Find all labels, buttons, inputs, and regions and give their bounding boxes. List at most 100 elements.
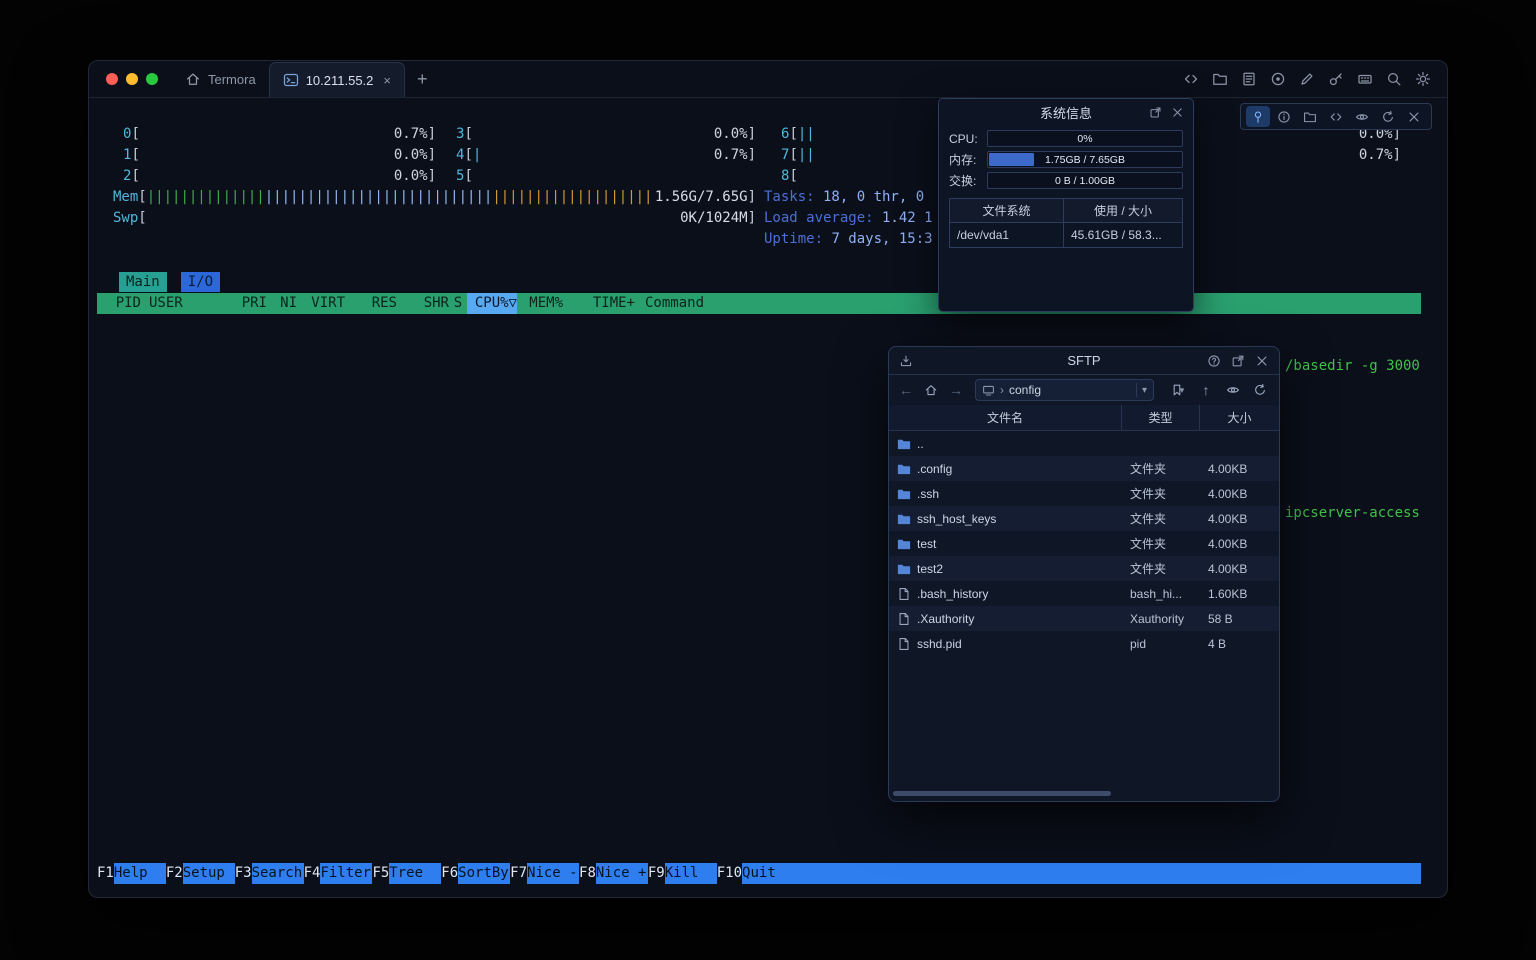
col-shr[interactable]: SHR bbox=[397, 293, 449, 314]
col-user[interactable]: USER bbox=[149, 293, 241, 314]
sftp-file-row[interactable]: .. bbox=[889, 431, 1279, 456]
uptime-line: Uptime: 7 days, 15:3 bbox=[764, 229, 933, 250]
col-time[interactable]: TIME+ bbox=[563, 293, 635, 314]
sftp-file-row[interactable]: .bash_history bash_hi... 1.60KB bbox=[889, 581, 1279, 606]
transfers-icon[interactable] bbox=[899, 354, 913, 368]
col-filename[interactable]: 文件名 bbox=[889, 405, 1121, 430]
file-icon bbox=[897, 612, 911, 626]
file-size: 1.60KB bbox=[1199, 587, 1279, 601]
bookmark-dropdown-icon: ▾ bbox=[1180, 385, 1185, 396]
htop-screen-tab[interactable]: Main bbox=[119, 272, 167, 292]
code-icon[interactable] bbox=[1183, 71, 1199, 87]
function-key[interactable]: F1Help bbox=[97, 863, 166, 884]
code-icon[interactable] bbox=[1324, 106, 1348, 127]
pin-icon[interactable] bbox=[1246, 106, 1270, 127]
cpu-meter-label: 4 bbox=[456, 145, 464, 166]
col-size[interactable]: 大小 bbox=[1199, 405, 1279, 430]
horizontal-scrollbar[interactable] bbox=[893, 791, 1111, 796]
col-ni[interactable]: NI bbox=[267, 293, 297, 314]
function-key[interactable]: F8Nice + bbox=[579, 863, 648, 884]
close-icon[interactable] bbox=[1255, 354, 1269, 368]
close-icon[interactable] bbox=[1402, 106, 1426, 127]
swap-meter: Swp[0K/1024M] bbox=[113, 208, 756, 229]
function-key[interactable]: F10Quit bbox=[717, 863, 794, 884]
col-cpu-sorted[interactable]: CPU%▽ bbox=[467, 293, 517, 314]
upload-button[interactable]: ↑ bbox=[1195, 379, 1217, 401]
bookmark-button[interactable]: ▾ bbox=[1164, 379, 1190, 401]
mem-bar-buffers: ||||||||||||||||||||||||||| bbox=[265, 187, 493, 208]
show-hidden-icon[interactable] bbox=[1222, 379, 1244, 401]
settings-icon[interactable] bbox=[1415, 71, 1431, 87]
file-name: .bash_history bbox=[917, 587, 988, 601]
folder-icon[interactable] bbox=[1298, 106, 1322, 127]
sftp-file-row[interactable]: .config 文件夹 4.00KB bbox=[889, 456, 1279, 481]
function-key[interactable]: F3Search bbox=[235, 863, 304, 884]
sftp-file-row[interactable]: .ssh 文件夹 4.00KB bbox=[889, 481, 1279, 506]
sftp-file-row[interactable]: test 文件夹 4.00KB bbox=[889, 531, 1279, 556]
sftp-file-row[interactable]: .Xauthority Xauthority 58 B bbox=[889, 606, 1279, 631]
function-key[interactable]: F4Filter bbox=[304, 863, 373, 884]
forward-button[interactable]: → bbox=[947, 382, 965, 398]
key-icon[interactable] bbox=[1328, 71, 1344, 87]
folder-icon[interactable] bbox=[1212, 71, 1228, 87]
col-res[interactable]: RES bbox=[345, 293, 397, 314]
close-window-button[interactable] bbox=[106, 73, 118, 85]
sftp-file-row[interactable]: ssh_host_keys 文件夹 4.00KB bbox=[889, 506, 1279, 531]
refresh-button[interactable] bbox=[1249, 379, 1271, 401]
info-icon[interactable] bbox=[1272, 106, 1296, 127]
cpu-meter-label: 2 bbox=[123, 166, 131, 187]
keyboard-icon[interactable] bbox=[1357, 71, 1373, 87]
function-key[interactable]: F6SortBy bbox=[441, 863, 510, 884]
col-pid[interactable]: PID bbox=[97, 293, 141, 314]
function-key-number: F4 bbox=[304, 863, 321, 884]
function-key[interactable]: F9Kill bbox=[648, 863, 717, 884]
file-name: .Xauthority bbox=[917, 612, 974, 626]
sftp-file-row[interactable]: test2 文件夹 4.00KB bbox=[889, 556, 1279, 581]
col-type[interactable]: 类型 bbox=[1121, 405, 1199, 430]
function-key[interactable]: F7Nice - bbox=[510, 863, 579, 884]
tab-termora-home[interactable]: Termora bbox=[172, 61, 269, 97]
function-key-label: Search bbox=[252, 863, 304, 884]
sftp-window: SFTP ← → bbox=[888, 346, 1280, 802]
path-dropdown-icon[interactable]: ▾ bbox=[1142, 385, 1147, 396]
col-pri[interactable]: PRI bbox=[241, 293, 267, 314]
htop-screen-tab[interactable]: I/O bbox=[181, 272, 220, 292]
close-icon[interactable] bbox=[1171, 106, 1184, 119]
cpu-progress-bar: 0% bbox=[987, 130, 1183, 147]
cpu-meter-label: 7 bbox=[781, 145, 789, 166]
log-icon[interactable] bbox=[1241, 71, 1257, 87]
function-key-number: F10 bbox=[717, 863, 742, 884]
back-button[interactable]: ← bbox=[897, 382, 915, 398]
eye-icon[interactable] bbox=[1350, 106, 1374, 127]
new-tab-button[interactable]: + bbox=[405, 61, 440, 97]
record-icon[interactable] bbox=[1270, 71, 1286, 87]
zoom-window-button[interactable] bbox=[146, 73, 158, 85]
detach-icon[interactable] bbox=[1231, 354, 1245, 368]
minimize-window-button[interactable] bbox=[126, 73, 138, 85]
path-breadcrumb[interactable]: › config ▾ bbox=[975, 379, 1154, 401]
refresh-icon[interactable] bbox=[1376, 106, 1400, 127]
mem-bar-cache: ||||||||||||||||||| bbox=[492, 187, 652, 208]
col-state[interactable]: S bbox=[449, 293, 467, 314]
system-info-panel: 系统信息 CPU: 0% 内存: 1.75GB / 7.65GB bbox=[938, 98, 1194, 312]
edit-icon[interactable] bbox=[1299, 71, 1315, 87]
cpu-meter: 5[] bbox=[456, 166, 756, 187]
function-key-label: Help bbox=[114, 863, 166, 884]
help-icon[interactable] bbox=[1207, 354, 1221, 368]
close-tab-icon[interactable]: × bbox=[383, 73, 391, 88]
cpu-meter-percent: 0.0% bbox=[714, 124, 748, 145]
function-key[interactable]: F2Setup bbox=[166, 863, 235, 884]
sftp-file-row[interactable]: sshd.pid pid 4 B bbox=[889, 631, 1279, 656]
chevron-icon: › bbox=[1000, 383, 1004, 397]
home-button[interactable] bbox=[920, 379, 942, 401]
col-mem[interactable]: MEM% bbox=[517, 293, 563, 314]
popout-icon[interactable] bbox=[1149, 106, 1162, 119]
memory-label: 内存: bbox=[949, 151, 987, 168]
tab-ssh-session[interactable]: 10.211.55.2 × bbox=[269, 62, 405, 97]
search-icon[interactable] bbox=[1386, 71, 1402, 87]
function-key[interactable]: F5Tree bbox=[372, 863, 441, 884]
file-size: 4.00KB bbox=[1199, 512, 1279, 526]
col-virt[interactable]: VIRT bbox=[297, 293, 345, 314]
tab-bar: Termora 10.211.55.2 × + bbox=[89, 61, 1447, 98]
cpu-meter: 2[0.0%] bbox=[123, 166, 436, 187]
